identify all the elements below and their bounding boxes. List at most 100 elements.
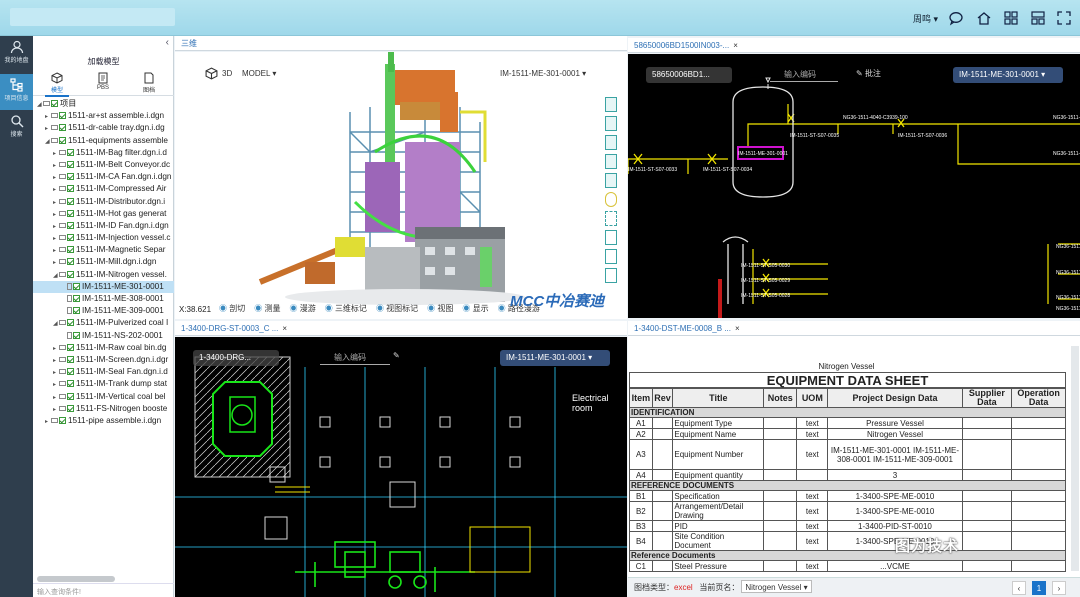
tab-datasheet[interactable]: 1-3400-DST-ME-0008_B ... × — [628, 321, 1080, 336]
nav-my-site[interactable]: 我的地盘 — [0, 36, 33, 72]
collapse-panel-button[interactable]: ‹ — [166, 37, 169, 48]
pid-tag-label[interactable]: NG36-1511- — [1053, 151, 1080, 157]
visibility-checkbox[interactable] — [67, 355, 74, 363]
visibility-checkbox[interactable] — [67, 319, 74, 327]
pid-tag-label[interactable]: IM-1511-ST-S07-0034 — [703, 167, 752, 173]
tree-item[interactable]: ▸ 1511-FS-Nitrogen booste — [33, 403, 174, 415]
prev-page-button[interactable]: ‹ — [1012, 581, 1026, 595]
visibility-checkbox[interactable] — [67, 368, 74, 376]
tree-item[interactable]: ▸ 1511-IM-Mill.dgn.i.dgn — [33, 256, 174, 268]
view-front-icon[interactable] — [605, 97, 617, 112]
tree-item[interactable]: ◢ 项目 — [33, 98, 174, 110]
visibility-checkbox[interactable] — [73, 331, 80, 339]
tree-item[interactable]: ▸ 1511-IM-CA Fan.dgn.i.dgn — [33, 171, 174, 183]
pid-tag-label[interactable]: IM-1511-ST-S07-0033 — [628, 167, 677, 173]
visibility-checkbox[interactable] — [67, 234, 74, 242]
pid-code-dropdown[interactable]: IM-1511-ME-301-0001 ▾ — [953, 67, 1063, 83]
annotate-icon[interactable]: ✎ — [393, 351, 400, 360]
settings-icon[interactable] — [605, 268, 617, 283]
pid-tag-label[interactable]: IM-1511-ST-S05-0030 — [741, 263, 790, 269]
tree-item[interactable]: IM-1511-NS-202-0001 — [33, 330, 174, 342]
grid-icon[interactable] — [1003, 10, 1019, 26]
view-right-icon[interactable] — [605, 154, 617, 169]
visibility-checkbox[interactable] — [67, 392, 74, 400]
visibility-checkbox[interactable] — [67, 148, 74, 156]
tab-model[interactable]: 模型 — [41, 72, 73, 97]
toolbar-button[interactable]: ◉ 测量 — [254, 304, 280, 313]
model-code-dropdown[interactable]: IM-1511-ME-301-0001 ▾ — [500, 69, 586, 78]
view-top-icon[interactable] — [605, 173, 617, 188]
visibility-checkbox[interactable] — [73, 295, 80, 302]
visibility-checkbox[interactable] — [59, 136, 66, 144]
pid-tag-label[interactable]: NG36-1511-4040-C3939-100 — [843, 115, 908, 121]
tree-item[interactable]: ▸ 1511-IM-ID Fan.dgn.i.dgn — [33, 220, 174, 232]
visibility-checkbox[interactable] — [67, 246, 74, 254]
document-pill[interactable]: 58650006BD1... — [646, 67, 732, 83]
drg-code-dropdown[interactable]: IM-1511-ME-301-0001 ▾ — [500, 350, 610, 366]
visibility-checkbox[interactable] — [51, 100, 58, 107]
visibility-checkbox[interactable] — [67, 404, 74, 412]
pid-tag-label[interactable]: IM-1511-ST-S07-0035 — [790, 133, 839, 139]
visibility-checkbox[interactable] — [67, 185, 74, 193]
visibility-checkbox[interactable] — [67, 173, 74, 181]
tree-item[interactable]: ▸ 1511-IM-Bag filter.dgn.i.d — [33, 147, 174, 159]
tree-item[interactable]: ▸ 1511-IM-Vertical coal bel — [33, 391, 174, 403]
visibility-checkbox[interactable] — [59, 416, 66, 424]
view-left-icon[interactable] — [605, 135, 617, 150]
next-page-button[interactable]: › — [1052, 581, 1066, 595]
visibility-checkbox[interactable] — [67, 197, 74, 205]
tree-item[interactable]: ▸ 1511-IM-Raw coal bin.dg — [33, 342, 174, 354]
pid-tag-label[interactable]: IM-1511-ST-S05-0028 — [741, 293, 790, 299]
tree-item[interactable]: ▸ 1511-ar+st assemble.i.dgn — [33, 110, 174, 122]
visibility-checkbox[interactable] — [59, 112, 66, 120]
tree-item[interactable]: ▸ 1511-IM-Compressed Air — [33, 183, 174, 195]
pid-tag-label[interactable]: IM-1511-ME-301-0001 — [738, 151, 788, 157]
pid-tag-label[interactable]: IM-1511-ST-S07-0036 — [898, 133, 947, 139]
tree-item[interactable]: ▸ 1511-IM-Screen.dgn.i.dgr — [33, 354, 174, 366]
fit-view-icon[interactable] — [605, 230, 617, 245]
pid-tag-label[interactable]: IM-1511-ST-S05-0029 — [741, 278, 790, 284]
tree-item[interactable]: ▸ 1511-IM-Magnetic Separ — [33, 244, 174, 256]
tree-item[interactable]: ◢ 1511-equipments assemble — [33, 135, 174, 147]
toolbar-button[interactable]: ◉ 视图 — [427, 304, 453, 313]
tree-item[interactable]: ▸ 1511-IM-Seal Fan.dgn.i.d — [33, 366, 174, 378]
datasheet-viewer[interactable]: Nitrogen Vessel EQUIPMENT DATA SHEET Ite… — [628, 336, 1080, 597]
chat-icon[interactable] — [948, 10, 964, 26]
close-tab-icon[interactable]: × — [282, 324, 287, 333]
tree-search-input[interactable]: 输入查询条件! — [33, 583, 174, 597]
toolbar-button[interactable]: ◉ 剖切 — [219, 304, 245, 313]
zoom-extent-icon[interactable] — [605, 211, 617, 226]
visibility-checkbox[interactable] — [67, 160, 74, 168]
tree-item[interactable]: IM-1511-ME-301-0001 — [33, 280, 174, 293]
drg-code-search[interactable]: 输入编码 — [320, 351, 390, 365]
sheet-vertical-scrollbar[interactable] — [1071, 346, 1079, 571]
nav-search[interactable]: 搜索 — [0, 110, 33, 146]
tree-item[interactable]: ▸ 1511-IM-Trank dump stat — [33, 378, 174, 390]
toolbar-button[interactable]: ◉ 三维标记 — [325, 304, 367, 313]
toolbar-button[interactable]: ◉ 视图标记 — [376, 304, 418, 313]
document-pill[interactable]: 1-3400-DRG... — [193, 350, 279, 366]
drg-viewer[interactable]: 1-3400-DRG... 输入编码 ✎ IM-1511-ME-301-0001… — [175, 337, 627, 597]
visibility-checkbox[interactable] — [67, 221, 74, 229]
tree-item[interactable]: IM-1511-ME-308-0001 — [33, 293, 174, 305]
view-mode-label[interactable]: 3D — [222, 69, 232, 78]
nav-project-info[interactable]: 项目信息 — [0, 74, 33, 110]
visibility-checkbox[interactable] — [73, 282, 80, 290]
3d-viewer[interactable]: 3D MODEL ▾ IM-1511-ME-301-0001 ▾ X:38.62… — [175, 52, 627, 319]
pid-tag-label[interactable]: NG36-1511- — [1056, 295, 1080, 301]
home-view-icon[interactable] — [605, 249, 617, 264]
toolbar-button[interactable]: ◉ 漫游 — [289, 304, 315, 313]
visibility-checkbox[interactable] — [67, 209, 74, 217]
model-dropdown[interactable]: MODEL ▾ — [242, 69, 276, 78]
visibility-checkbox[interactable] — [59, 124, 66, 132]
tab-drg[interactable]: 1-3400-DRG-ST-0003_C ... × — [175, 321, 627, 336]
tree-item[interactable]: ▸ 1511-pipe assemble.i.dgn — [33, 415, 174, 427]
pid-tag-label[interactable]: NG36-1511- — [1056, 306, 1080, 312]
tab-pid[interactable]: 58650006BD1500IN003-... × — [628, 38, 1080, 53]
toolbar-button[interactable]: ◉ 显示 — [462, 304, 488, 313]
light-icon[interactable] — [605, 192, 617, 207]
fullscreen-icon[interactable] — [1056, 10, 1072, 26]
tree-item[interactable]: ▸ 1511-IM-Belt Conveyor.dc — [33, 159, 174, 171]
tree-item[interactable]: ▸ 1511-IM-Distributor.dgn.i — [33, 196, 174, 208]
layout-icon[interactable] — [1030, 10, 1046, 26]
